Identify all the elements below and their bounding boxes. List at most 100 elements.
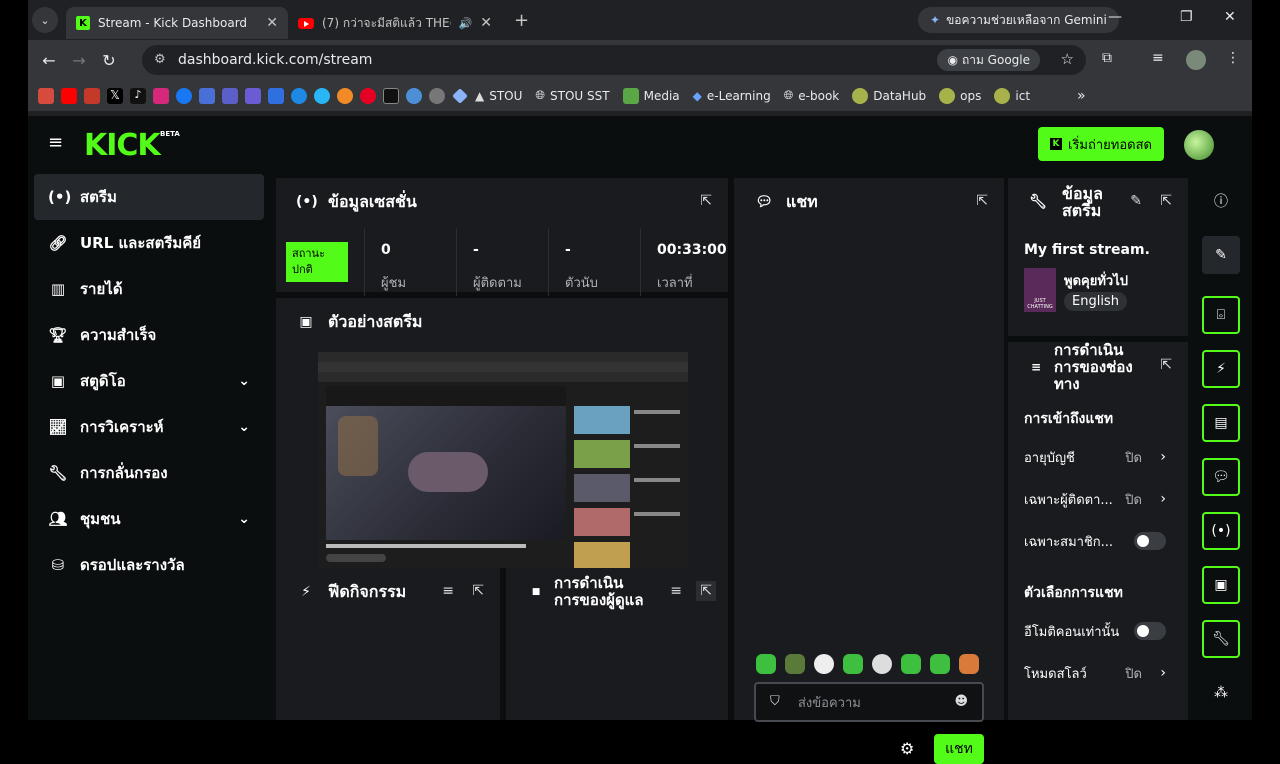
sidebar-item-drops[interactable]: ⛁ ดรอปและรางวัล [34,542,264,588]
chevron-down-icon[interactable]: ⌄ [238,511,250,527]
bookmark-star-icon[interactable]: ☆ [1061,50,1074,68]
bookmark-icon[interactable] [38,87,54,104]
popout-icon[interactable]: ⇱ [1160,357,1172,373]
account-age-row[interactable]: อายุบัญชี ปิด › [1024,442,1172,472]
emote[interactable] [872,654,892,674]
x-icon[interactable]: 𝕏 [107,87,123,104]
emote[interactable] [814,654,834,674]
menu-icon[interactable]: ⋮ [1226,50,1240,66]
popout-icon[interactable]: ⇱ [1160,193,1172,209]
bookmark-ict[interactable]: ict [994,87,1030,104]
popout-icon[interactable]: ⇱ [472,583,484,599]
ask-google-button[interactable]: ◉ ถาม Google [937,49,1040,71]
chat-send-button[interactable]: แชท [934,734,984,764]
sidebar-item-url-key[interactable]: 🔗︎ URL และสตรีมคีย์ [34,220,264,266]
facebook-icon[interactable] [176,87,192,104]
notes-icon[interactable]: ▤ [1202,404,1240,442]
go-live-button[interactable]: K เริ่มถ่ายทอดสด [1038,127,1164,161]
user-avatar[interactable] [1184,130,1214,160]
bookmark-icon[interactable] [245,87,261,104]
edit-pencil-icon[interactable]: ✎ [1202,236,1240,274]
instagram-icon[interactable] [153,87,169,104]
tab-search-button[interactable]: ⌄ [32,7,58,33]
chevron-down-icon[interactable]: ⌄ [238,373,250,389]
chat-message-input[interactable]: ⛉ ส่งข้อความ ☻ [754,682,984,722]
stream-preview-video[interactable] [318,352,688,568]
more-bookmarks-icon[interactable]: » [1077,88,1086,104]
minimize-button[interactable]: — [1108,9,1122,25]
bookmark-icon[interactable] [406,87,422,104]
maximize-button[interactable]: ❐ [1180,9,1193,25]
chevron-down-icon[interactable]: ⌄ [238,419,250,435]
broadcast-icon[interactable]: (•) [1202,512,1240,550]
profile-avatar[interactable] [1186,50,1206,74]
bookmark-icon[interactable] [199,87,215,104]
emotes-only-toggle[interactable] [1134,622,1166,640]
emote[interactable] [785,654,805,674]
sidebar-item-achievements[interactable]: 🏆︎ ความสำเร็จ [34,312,264,358]
sidebar-item-moderation[interactable]: 🔧︎ การกลั่นกรอง [34,450,264,496]
kick-logo[interactable]: KICK [84,128,161,163]
filter-icon[interactable]: ≡ [670,583,682,599]
bookmark-ebook[interactable]: 🌐︎ e-book [784,88,840,103]
emote[interactable] [959,654,979,674]
sidebar-item-revenue[interactable]: ▥ รายได้ [34,266,264,312]
new-tab-button[interactable]: + [514,10,529,31]
video-icon[interactable]: ▣ [1202,566,1240,604]
sidebar-item-studio[interactable]: ▣ สตูดิโอ ⌄ [34,358,264,404]
screenshot-icon[interactable]: ⌻ [1202,296,1240,334]
reload-button[interactable]: ↻ [94,51,124,70]
tab-youtube[interactable]: (7) กว่าจะมีสติแล้ว THE(E) END 🔊 ✕ [288,7,502,39]
popout-icon[interactable]: ⇱ [700,193,712,209]
gear-icon[interactable]: ⚙ [900,739,914,758]
lightning-icon[interactable]: ⚡︎ [1202,350,1240,388]
wrench-icon[interactable]: 🔧︎ [1202,620,1240,658]
sidebar-item-analytics[interactable]: 📈︎ การวิเคราะห์ ⌄ [34,404,264,450]
emoji-icon[interactable]: ☻ [954,694,968,709]
info-icon[interactable]: ⓘ [1202,182,1240,220]
filter-icon[interactable]: ≡ [442,583,454,599]
forward-button[interactable]: → [64,51,94,70]
pinterest-icon[interactable] [360,87,376,104]
tab-kick-dashboard[interactable]: K Stream - Kick Dashboard ✕ [66,7,288,39]
gemini-icon[interactable] [452,87,468,104]
chat-icon[interactable]: 💬︎ [1202,458,1240,496]
bookmark-ops[interactable]: ops [939,87,981,104]
bookmark-icon[interactable] [337,87,353,104]
hamburger-menu-icon[interactable]: ≡ [48,134,66,152]
category-name[interactable]: พูดคุยทั่วไป [1064,270,1128,291]
popout-icon[interactable]: ⇱ [976,193,988,209]
emote[interactable] [901,654,921,674]
extensions-icon[interactable]: ⧉ [1102,50,1112,66]
slow-mode-row[interactable]: โหมดสโลว์ ปิด › [1024,658,1172,688]
emote[interactable] [843,654,863,674]
youtube-icon[interactable] [61,87,77,104]
bookmark-icon[interactable] [429,87,445,104]
tiktok-icon[interactable]: ♪ [130,87,146,104]
tab-close-icon[interactable]: ✕ [266,15,278,31]
popout-icon[interactable]: ⇱ [696,581,716,601]
bookmark-icon[interactable] [383,87,399,104]
bookmark-icon[interactable] [268,87,284,104]
bookmark-icon[interactable] [314,87,330,104]
emote[interactable] [930,654,950,674]
gemini-button[interactable]: ✦ ขอความช่วยเหลือจาก Gemini [918,7,1119,33]
bookmark-stou[interactable]: ▲ STOU [475,89,522,103]
site-info-icon[interactable]: ⚙ [154,52,166,67]
edit-pencil-icon[interactable]: ✎ [1130,193,1142,209]
bookmark-elearning[interactable]: ◆ e-Learning [693,89,771,103]
apps-icon[interactable]: ⁂ [1202,674,1240,712]
close-window-button[interactable]: ✕ [1224,9,1236,25]
bookmark-icon[interactable] [291,87,307,104]
emote[interactable] [756,654,776,674]
address-bar[interactable]: ⚙ dashboard.kick.com/stream ◉ ถาม Google… [142,45,1086,75]
teams-icon[interactable] [222,87,238,104]
bookmark-media[interactable]: Media [622,87,680,104]
bookmark-datahub[interactable]: DataHub [852,87,926,104]
followers-only-row[interactable]: เฉพาะผู้ติดตา... ปิด › [1024,484,1172,514]
tab-close-icon[interactable]: ✕ [480,15,492,31]
sidebar-item-stream[interactable]: (•) สตรีม [34,174,264,220]
sidebar-item-community[interactable]: 👥︎ ชุมชน ⌄ [34,496,264,542]
media-icon[interactable]: ≡ [1152,50,1164,66]
subscribers-only-toggle[interactable] [1134,532,1166,550]
